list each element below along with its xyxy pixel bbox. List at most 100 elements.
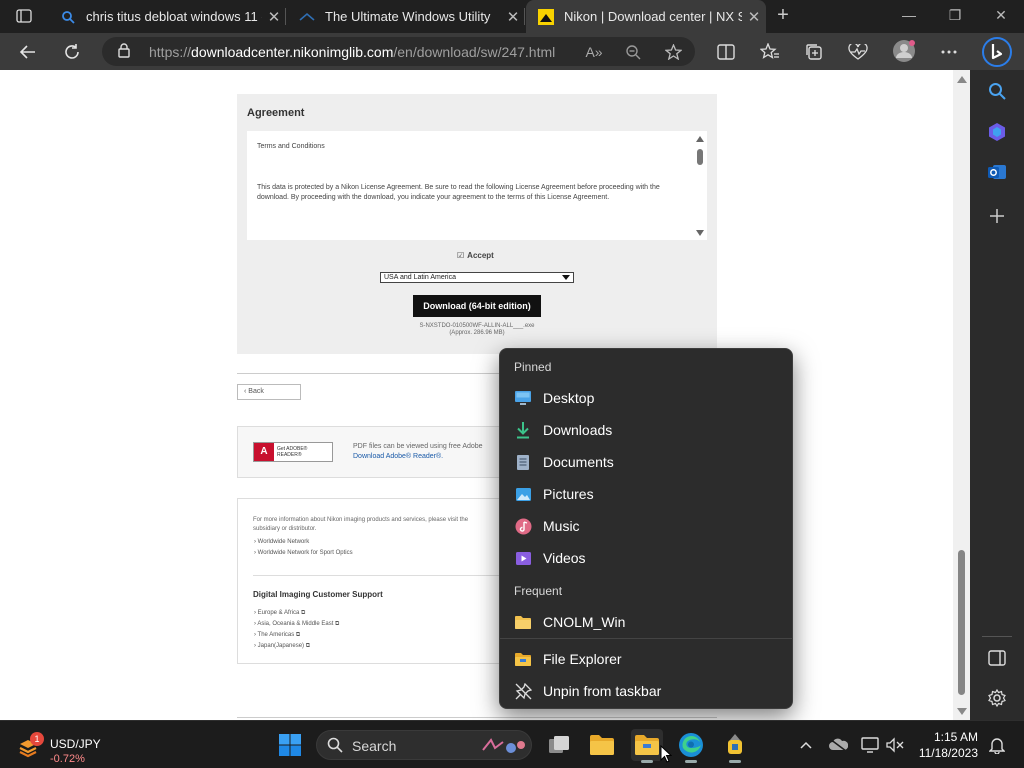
clock-time: 1:15 AM [933,730,978,744]
onedrive-icon[interactable] [828,735,848,755]
search-icon [60,9,76,25]
add-sidebar-app-icon[interactable] [985,204,1009,228]
jump-item-label: Downloads [543,422,613,438]
accept-checkbox[interactable]: ☑ Accept [457,251,494,260]
read-aloud-icon[interactable]: A» [584,43,604,61]
terms-scrollbar[interactable] [693,131,707,240]
back-icon[interactable] [14,38,42,66]
profile-avatar-icon[interactable] [892,39,916,63]
jump-item-label: Music [543,518,580,534]
region-select[interactable]: USA and Latin America [380,272,574,283]
network-icon[interactable] [860,735,880,755]
zoom-out-icon[interactable] [623,43,643,61]
download-adobe-link[interactable]: Download Adobe® Reader®. [353,453,443,460]
tab-close-icon[interactable]: ✕ [262,8,286,26]
terms-scroll-thumb[interactable] [697,149,703,165]
performance-icon[interactable] [847,41,869,63]
address-bar-row: https://downloadcenter.nikonimglib.com/e… [0,33,1024,70]
scroll-thumb[interactable] [958,550,965,695]
jump-list-divider [500,638,792,639]
jump-item-videos[interactable]: Videos [500,542,792,574]
refresh-icon[interactable] [58,38,86,66]
jump-item-downloads[interactable]: Downloads [500,414,792,446]
search-label: Search [352,738,397,754]
tab-title: The Ultimate Windows Utility [325,9,491,24]
document-icon [514,453,532,471]
split-screen-icon[interactable] [715,41,737,63]
page-scrollbar[interactable] [953,70,970,720]
tab-winutil[interactable]: The Ultimate Windows Utility ✕ [287,0,525,33]
web-page: Agreement Terms and Conditions This data… [0,70,953,720]
favorite-star-icon[interactable] [663,43,683,61]
file-explorer-pinned-icon[interactable] [631,729,663,763]
download-button[interactable]: Download (64-bit edition) [413,295,541,317]
sport-optics-link[interactable]: › Worldwide Network for Sport Optics [254,550,353,556]
tab-nikon[interactable]: Nikon | Download center | NX Stu ✕ [526,0,766,33]
tab-title: chris titus debloat windows 11 - [86,9,262,24]
python-installer-icon[interactable] [719,729,751,763]
show-hidden-icons-chevron-icon[interactable] [796,735,816,755]
terms-scroll-up-icon[interactable] [696,136,704,142]
jump-item-documents[interactable]: Documents [500,446,792,478]
download-file-info: S-NXSTDO-010500WF-ALLIN-ALL___.exe (Appr… [377,323,577,337]
jump-item-desktop[interactable]: Desktop [500,382,792,414]
file-explorer-jump-list: Pinned Desktop Downloads Documents Pictu… [499,348,793,709]
checkbox-checked-icon[interactable]: ☑ [457,251,464,260]
adobe-logo-icon: A [254,443,274,461]
tab-close-icon[interactable]: ✕ [501,8,525,26]
terms-box[interactable]: Terms and Conditions This data is protec… [247,131,707,240]
terms-heading: Terms and Conditions [257,143,325,150]
collections-icon[interactable] [803,41,825,63]
settings-gear-icon[interactable] [985,686,1009,710]
worldwide-network-link[interactable]: › Worldwide Network [254,539,309,545]
support-link-americas[interactable]: › The Americas ⧉ [254,632,300,639]
jump-item-pictures[interactable]: Pictures [500,478,792,510]
widgets-ticker[interactable]: 1 USD/JPY -0.72% [16,729,126,765]
restore-button[interactable]: ❐ [932,0,978,33]
ticker-name: USD/JPY [50,737,101,751]
new-tab-button[interactable]: + [772,4,794,28]
clock[interactable]: 1:15 AM 11/18/2023 [908,729,978,761]
close-window-button[interactable]: ✕ [978,0,1024,33]
sidebar-divider [982,636,1012,637]
start-button[interactable] [274,729,306,761]
scroll-down-icon[interactable] [957,708,967,715]
jump-item-cnolm-win[interactable]: CNOLM_Win [500,606,792,638]
info-text: For more information about Nikon imaging… [253,517,469,523]
bing-copilot-icon[interactable] [982,37,1012,67]
support-link-asia[interactable]: › Asia, Oceania & Middle East ⧉ [254,621,339,628]
tab-chris-titus[interactable]: chris titus debloat windows 11 - ✕ [48,0,286,33]
jump-item-file-explorer[interactable]: File Explorer [500,643,792,675]
minimize-button[interactable]: — [886,0,932,33]
scroll-up-icon[interactable] [957,76,967,83]
jump-item-music[interactable]: Music [500,510,792,542]
more-options-icon[interactable] [938,41,960,63]
copilot-icon[interactable] [985,120,1009,144]
file-explorer-icon [514,650,532,668]
support-link-japan[interactable]: › Japan(Japanese) ⧉ [254,643,310,650]
search-highlight-icon [481,736,527,756]
adobe-reader-logo[interactable]: A Get ADOBE® READER® [253,442,333,462]
outlook-icon[interactable] [985,160,1009,184]
back-button[interactable]: ‹ Back [237,384,301,400]
taskbar-search[interactable]: Search [316,730,532,760]
task-view-icon[interactable] [543,729,575,761]
sidebar-search-icon[interactable] [985,79,1009,103]
tab-actions-icon[interactable] [6,5,42,27]
edge-browser-icon[interactable] [675,729,707,763]
pinned-header: Pinned [514,360,552,374]
lock-icon[interactable] [118,43,130,63]
tab-close-icon[interactable]: ✕ [742,8,766,26]
jump-item-label: Pictures [543,486,594,502]
jump-item-unpin[interactable]: Unpin from taskbar [500,675,792,707]
volume-muted-icon[interactable] [885,735,905,755]
url-field[interactable]: https://downloadcenter.nikonimglib.com/e… [102,37,695,66]
hide-sidebar-icon[interactable] [985,646,1009,670]
frequent-header: Frequent [514,584,563,598]
support-link-europe[interactable]: › Europe & Africa ⧉ [254,610,305,617]
file-explorer-taskbar-icon[interactable] [586,729,618,761]
notifications-bell-icon[interactable] [987,735,1007,755]
terms-scroll-down-icon[interactable] [696,230,704,236]
info-text-2: subsidiary or distributor. [253,526,317,532]
favorites-icon[interactable] [759,41,781,63]
